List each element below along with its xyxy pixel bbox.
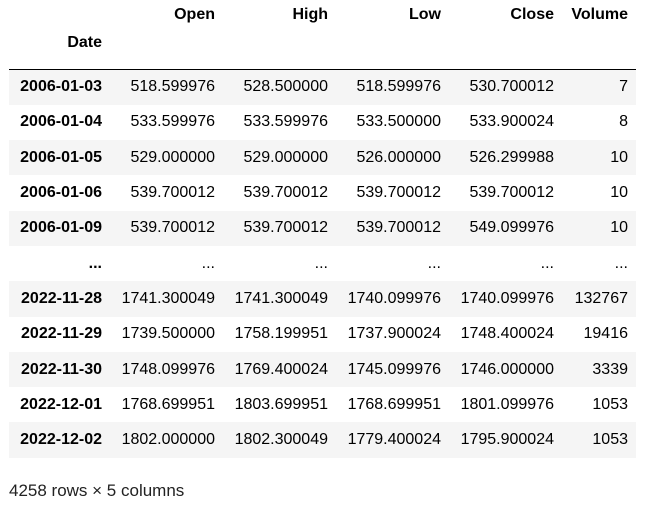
column-header-open: Open <box>174 6 215 23</box>
cell-open: 533.599976 <box>130 113 215 131</box>
cell-volume: 132767 <box>574 289 628 307</box>
cell-high: 1758.199951 <box>234 325 328 343</box>
cell-high: 1803.699951 <box>234 395 328 413</box>
cell-low: 1779.400024 <box>347 431 441 449</box>
table-row: 2022-11-30 1748.099976 1769.400024 1745.… <box>9 351 636 388</box>
table-row: 2022-11-28 1741.300049 1741.300049 1740.… <box>9 281 636 317</box>
cell-close: 533.900024 <box>469 113 554 131</box>
cell-ellipsis: ... <box>314 254 328 272</box>
cell-volume: 10 <box>610 219 628 237</box>
cell-low: 533.500000 <box>356 113 441 131</box>
row-index-date: 2006-01-09 <box>20 219 102 237</box>
cell-low: 539.700012 <box>356 184 441 202</box>
column-header-volume: Volume <box>571 6 628 23</box>
cell-volume: 3339 <box>592 360 628 378</box>
cell-volume: 10 <box>610 184 628 202</box>
cell-ellipsis: ... <box>614 254 628 272</box>
row-index-date: 2022-11-28 <box>21 289 102 307</box>
row-index-date: 2022-12-01 <box>20 395 102 413</box>
cell-close: 549.099976 <box>469 219 554 237</box>
cell-volume: 10 <box>610 148 628 166</box>
cell-open: 1748.099976 <box>121 360 215 378</box>
cell-high: 539.700012 <box>243 184 328 202</box>
index-name-row: Date <box>9 30 636 70</box>
dataframe-output: Open High Low Close Volume Date 2006-01-… <box>9 0 636 458</box>
table-row: 2022-12-01 1768.699951 1803.699951 1768.… <box>9 387 636 422</box>
cell-close: 1748.400024 <box>460 325 554 343</box>
row-index-date: 2006-01-03 <box>20 78 102 96</box>
index-name-label: Date <box>67 34 102 51</box>
cell-high: 529.000000 <box>243 148 328 166</box>
row-index-ellipsis: ... <box>88 254 102 272</box>
cell-volume: 19416 <box>583 325 629 343</box>
cell-low: 526.000000 <box>356 148 441 166</box>
cell-open: 1739.500000 <box>121 325 215 343</box>
ellipsis-row: ... ... ... ... ... ... <box>9 246 636 281</box>
row-index-date: 2022-12-02 <box>20 431 102 449</box>
column-header-low: Low <box>409 6 441 23</box>
dataframe-shape-summary: 4258 rows × 5 columns <box>9 481 185 500</box>
cell-high: 528.500000 <box>243 78 328 96</box>
column-header-high: High <box>292 6 328 23</box>
header-corner <box>9 0 110 30</box>
row-index-date: 2022-11-29 <box>21 325 102 343</box>
cell-close: 530.700012 <box>469 78 554 96</box>
cell-low: 539.700012 <box>356 219 441 237</box>
cell-close: 1740.099976 <box>460 289 554 307</box>
cell-close: 526.299988 <box>469 148 554 166</box>
table-row: 2006-01-04 533.599976 533.599976 533.500… <box>9 105 636 140</box>
cell-ellipsis: ... <box>540 254 554 272</box>
cell-open: 1741.300049 <box>121 289 215 307</box>
cell-high: 539.700012 <box>243 219 328 237</box>
cell-volume: 7 <box>619 78 628 96</box>
table-row: 2006-01-05 529.000000 529.000000 526.000… <box>9 140 636 176</box>
row-index-date: 2006-01-04 <box>20 113 102 131</box>
table-row: 2022-12-02 1802.000000 1802.300049 1779.… <box>9 422 636 458</box>
cell-open: 539.700012 <box>130 184 215 202</box>
cell-low: 1745.099976 <box>347 360 441 378</box>
cell-high: 533.599976 <box>243 113 328 131</box>
row-index-date: 2006-01-06 <box>20 184 102 202</box>
cell-ellipsis: ... <box>201 254 215 272</box>
table-row: 2022-11-29 1739.500000 1758.199951 1737.… <box>9 317 636 352</box>
cell-low: 1740.099976 <box>347 289 441 307</box>
table-row: 2006-01-06 539.700012 539.700012 539.700… <box>9 175 636 210</box>
cell-open: 1768.699951 <box>121 395 215 413</box>
cell-low: 1768.699951 <box>347 395 441 413</box>
row-index-date: 2006-01-05 <box>20 148 102 166</box>
cell-low: 518.599976 <box>356 78 441 96</box>
cell-high: 1802.300049 <box>234 431 328 449</box>
cell-close: 1746.000000 <box>460 360 554 378</box>
cell-high: 1741.300049 <box>234 289 328 307</box>
cell-open: 1802.000000 <box>121 431 215 449</box>
cell-ellipsis: ... <box>427 254 441 272</box>
cell-close: 1795.900024 <box>460 431 554 449</box>
table-row: 2006-01-03 518.599976 528.500000 518.599… <box>9 69 636 105</box>
cell-high: 1769.400024 <box>234 360 328 378</box>
column-header-row: Open High Low Close Volume <box>9 0 636 30</box>
dataframe-table: Open High Low Close Volume Date 2006-01-… <box>9 0 636 458</box>
cell-volume: 8 <box>619 113 628 131</box>
cell-volume: 1053 <box>592 395 628 413</box>
cell-open: 518.599976 <box>130 78 215 96</box>
table-row: 2006-01-09 539.700012 539.700012 539.700… <box>9 210 636 246</box>
cell-open: 529.000000 <box>130 148 215 166</box>
cell-volume: 1053 <box>592 431 628 449</box>
cell-close: 1801.099976 <box>460 395 554 413</box>
column-header-close: Close <box>510 6 554 23</box>
cell-low: 1737.900024 <box>347 325 441 343</box>
cell-close: 539.700012 <box>469 184 554 202</box>
row-index-date: 2022-11-30 <box>21 360 102 378</box>
cell-open: 539.700012 <box>130 219 215 237</box>
